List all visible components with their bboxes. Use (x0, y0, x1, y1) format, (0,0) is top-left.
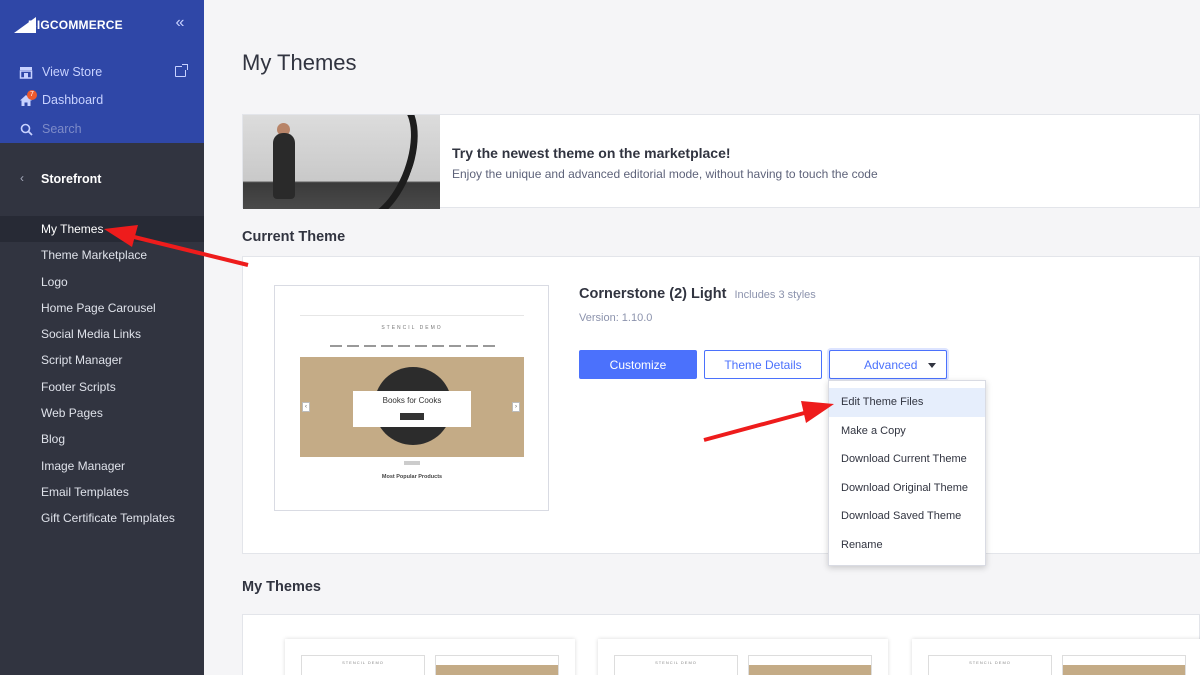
preview-store-name: STENCIL DEMO (381, 325, 443, 331)
my-themes-card: STENCIL DEMO STENCIL DEMO STENCIL DEMO (242, 614, 1200, 675)
sidebar-item-script-manager[interactable]: Script Manager (0, 347, 204, 373)
promo-image (243, 115, 440, 209)
sidebar-item-web-pages[interactable]: Web Pages (0, 400, 204, 426)
menu-item-edit-theme-files[interactable]: Edit Theme Files (829, 388, 985, 417)
caret-down-icon (928, 363, 936, 368)
chevron-left-icon: ‹ (20, 171, 24, 185)
collapse-sidebar-icon[interactable]: « (170, 14, 190, 34)
sidebar-item-image-manager[interactable]: Image Manager (0, 453, 204, 479)
sidebar-item-my-themes[interactable]: My Themes (0, 216, 204, 243)
storefront-nav: My Themes Theme Marketplace Logo Home Pa… (0, 216, 204, 532)
current-theme-heading: Current Theme (242, 229, 346, 245)
sidebar-item-home-page-carousel[interactable]: Home Page Carousel (0, 295, 204, 321)
page-title: My Themes (242, 50, 357, 75)
theme-details-button[interactable]: Theme Details (704, 350, 822, 379)
logo-text: BIGCOMMERCE (28, 18, 123, 32)
menu-item-rename[interactable]: Rename (829, 531, 985, 560)
storefront-label: Storefront (41, 172, 102, 186)
preview-hero-title: Books for Cooks (382, 396, 442, 405)
marketplace-promo-banner[interactable]: Try the newest theme on the marketplace!… (242, 114, 1200, 209)
sidebar-item-blog[interactable]: Blog (0, 426, 204, 452)
theme-name-text: Cornerstone (2) Light (579, 286, 727, 302)
current-theme-card: STENCIL DEMO Books for Cooks ‹ › Most Po… (242, 256, 1200, 554)
preview-popular-label: Most Popular Products (381, 474, 443, 480)
my-themes-heading: My Themes (242, 579, 321, 595)
theme-name: Cornerstone (2) Light Includes 3 styles (579, 286, 816, 302)
sidebar-item-logo[interactable]: Logo (0, 269, 204, 295)
dashboard-label: Dashboard (42, 93, 104, 107)
advanced-menu: Edit Theme Files Make a Copy Download Cu… (828, 380, 986, 566)
search-link[interactable]: Search (18, 119, 82, 139)
sidebar-item-footer-scripts[interactable]: Footer Scripts (0, 374, 204, 400)
sidebar-item-social-media-links[interactable]: Social Media Links (0, 321, 204, 347)
advanced-dropdown-button[interactable]: Advanced (829, 350, 947, 379)
menu-item-make-a-copy[interactable]: Make a Copy (829, 417, 985, 446)
sidebar-item-email-templates[interactable]: Email Templates (0, 479, 204, 505)
bigcommerce-logo[interactable]: BIGCOMMERCE (14, 15, 123, 35)
storefront-section-header[interactable]: ‹ Storefront (0, 168, 204, 190)
promo-subtitle: Enjoy the unique and advanced editorial … (452, 167, 878, 181)
search-icon (18, 121, 34, 137)
sidebar: BIGCOMMERCE « View Store Dashboard 7 Sea… (0, 0, 204, 675)
notification-badge: 7 (27, 90, 37, 100)
theme-tile[interactable]: STENCIL DEMO (285, 639, 575, 675)
preview-hero: Books for Cooks ‹ › (300, 357, 524, 465)
theme-version: Version: 1.10.0 (579, 312, 653, 324)
main-content: My Themes Try the newest theme on the ma… (204, 0, 1200, 675)
theme-styles-note: Includes 3 styles (734, 289, 816, 301)
sidebar-header: BIGCOMMERCE « View Store Dashboard 7 Sea… (0, 0, 204, 143)
search-label: Search (42, 122, 82, 136)
advanced-label: Advanced (864, 357, 918, 372)
view-store-link[interactable]: View Store (18, 62, 102, 82)
menu-item-download-saved-theme[interactable]: Download Saved Theme (829, 502, 985, 531)
theme-tile[interactable]: STENCIL DEMO (598, 639, 888, 675)
promo-title: Try the newest theme on the marketplace! (452, 145, 731, 161)
menu-item-download-original-theme[interactable]: Download Original Theme (829, 474, 985, 503)
preview-next-icon: › (512, 402, 520, 412)
sidebar-item-theme-marketplace[interactable]: Theme Marketplace (0, 242, 204, 268)
theme-tile[interactable]: STENCIL DEMO (912, 639, 1200, 675)
external-link-icon[interactable] (175, 64, 188, 77)
menu-item-download-current-theme[interactable]: Download Current Theme (829, 445, 985, 474)
preview-prev-icon: ‹ (302, 402, 310, 412)
customize-button[interactable]: Customize (579, 350, 697, 379)
current-theme-preview: STENCIL DEMO Books for Cooks ‹ › Most Po… (274, 285, 549, 511)
store-icon (18, 64, 34, 80)
sidebar-item-gift-certificate-templates[interactable]: Gift Certificate Templates (0, 505, 204, 531)
view-store-label: View Store (42, 65, 103, 79)
